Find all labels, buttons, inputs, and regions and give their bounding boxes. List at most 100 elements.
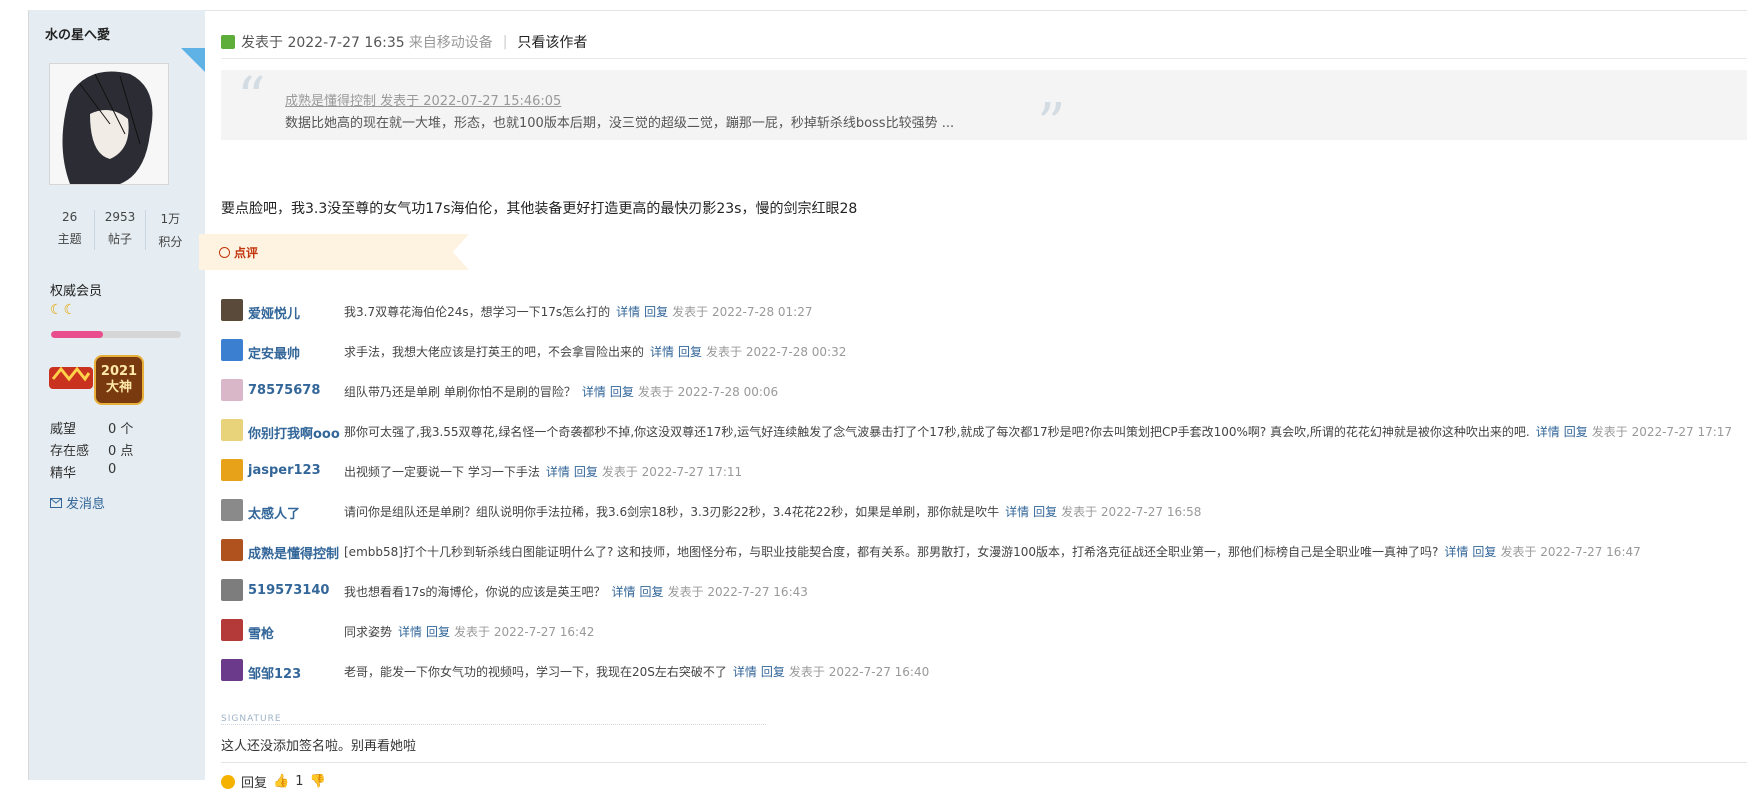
stat-threads[interactable]: 26 主题	[45, 210, 96, 250]
comment-text: 我也想看看17s的海博伦，你说的应该是英王吧？	[344, 585, 606, 599]
comment-detail-link[interactable]: 详情	[1005, 505, 1029, 519]
medal-icon[interactable]	[49, 363, 93, 393]
comment-list: 爱娅悦儿 我3.7双尊花海伯伦24s，想学习一下17s怎么打的 详情 回复 发表于 20…	[221, 299, 1747, 699]
comment-content: 我3.7双尊花海伯伦24s，想学习一下17s怎么打的 详情 回复 发表于 2022-7…	[344, 303, 813, 320]
commenter-name[interactable]: 太感人了	[248, 503, 300, 522]
comment-row: 邹邹123 老哥，能发一下你女气功的视频吗，学习一下，我现在20S左右突破不了 详情…	[221, 659, 1747, 699]
attribute-row: 存在感 0 点	[50, 440, 133, 462]
comment-row: 你别打我啊ooo 那你可太强了,我3.55双尊花,绿名怪一个奇袭都秒不掉,你这没双…	[221, 419, 1747, 459]
comment-detail-link[interactable]: 详情	[582, 385, 606, 399]
review-label: 点评	[234, 246, 259, 260]
comment-detail-link[interactable]: 详情	[1536, 425, 1560, 439]
comment-text: 老哥，能发一下你女气功的视频吗，学习一下，我现在20S左右突破不了	[344, 665, 727, 679]
stat-points[interactable]: 1万积分	[146, 210, 195, 250]
comment-reply-link[interactable]: 回复	[426, 625, 450, 639]
comment-timestamp: 发表于 2022-7-27 16:43	[667, 585, 808, 599]
commenter-avatar[interactable]	[221, 459, 243, 481]
divider	[221, 58, 1747, 59]
stat-value: 1万	[160, 212, 181, 226]
commenter-name[interactable]: 你别打我啊ooo	[248, 423, 340, 442]
quote-header-link[interactable]: 成熟是懂得控制 发表于 2022-07-27 15:46:05	[285, 90, 561, 109]
level-progress-fill	[51, 331, 103, 338]
divider	[221, 762, 1747, 763]
comment-detail-link[interactable]: 详情	[650, 345, 674, 359]
comment-detail-link[interactable]: 详情	[546, 465, 570, 479]
mobile-device-note[interactable]: 来自移动设备	[409, 32, 493, 52]
comment-reply-link[interactable]: 回复	[1472, 545, 1496, 559]
commenter-avatar[interactable]	[221, 419, 243, 441]
comment-detail-link[interactable]: 详情	[733, 665, 757, 679]
commenter-name[interactable]: 爱娅悦儿	[248, 303, 300, 322]
commenter-avatar[interactable]	[221, 339, 243, 361]
commenter-name[interactable]: 519573140	[248, 583, 329, 598]
reply-button[interactable]: 回复	[241, 772, 267, 791]
comment-text: 求手法，我想大佬应该是打英王的吧，不会拿冒险出来的	[344, 345, 645, 359]
stat-value: 2953	[104, 210, 136, 224]
send-message-link[interactable]: 发消息	[50, 493, 105, 512]
stat-label: 帖子	[107, 232, 132, 246]
thumbs-down-icon[interactable]: 👎	[309, 774, 325, 789]
commenter-avatar[interactable]	[221, 539, 243, 561]
commenter-avatar[interactable]	[221, 379, 243, 401]
comment-reply-link[interactable]: 回复	[574, 465, 598, 479]
comment-detail-link[interactable]: 详情	[1444, 545, 1468, 559]
stat-label: 主题	[57, 232, 82, 246]
reply-icon[interactable]	[221, 774, 235, 789]
commenter-name[interactable]: jasper123	[248, 463, 321, 478]
avatar[interactable]	[49, 63, 169, 185]
stat-label: 积分	[158, 235, 183, 249]
commenter-avatar[interactable]	[221, 619, 243, 641]
comment-timestamp: 发表于 2022-7-28 00:32	[706, 345, 847, 359]
comment-reply-link[interactable]: 回复	[761, 665, 785, 679]
comment-row: 爱娅悦儿 我3.7双尊花海伯伦24s，想学习一下17s怎么打的 详情 回复 发表于 20…	[221, 299, 1747, 339]
comment-reply-link[interactable]: 回复	[640, 585, 664, 599]
moon-level-icon: ☾☾	[50, 302, 78, 318]
comment-reply-link[interactable]: 回复	[644, 305, 668, 319]
only-author-link[interactable]: 只看该作者	[517, 32, 587, 52]
commenter-avatar[interactable]	[221, 299, 243, 321]
commenter-avatar[interactable]	[221, 579, 243, 601]
quote-block: “ 成熟是懂得控制 发表于 2022-07-27 15:46:05 数据比她高的…	[221, 66, 1747, 157]
commenter-avatar[interactable]	[221, 499, 243, 521]
open-quote-icon: “	[237, 66, 266, 131]
author-name[interactable]: 水の星へ愛	[45, 24, 110, 43]
user-rank[interactable]: 权威会员	[50, 280, 102, 299]
commenter-name[interactable]: 78575678	[248, 383, 320, 398]
comment-content: 组队带乃还是单刷 单刷你怕不是刷的冒险？ 详情 回复 发表于 2022-7-28 00…	[344, 383, 778, 400]
medal-2021-icon[interactable]: 2021 大神	[94, 355, 144, 405]
comment-detail-link[interactable]: 详情	[398, 625, 422, 639]
post-actions: 回复 👍 1 👎	[221, 772, 326, 791]
attribute-value: 0 点	[108, 444, 134, 459]
comment-detail-link[interactable]: 详情	[612, 585, 636, 599]
commenter-name[interactable]: 定安最帅	[248, 343, 300, 362]
commenter-name[interactable]: 雪枪	[248, 623, 274, 642]
comment-detail-link[interactable]: 详情	[616, 305, 640, 319]
comment-reply-link[interactable]: 回复	[610, 385, 634, 399]
attribute-row: 精华 0	[50, 462, 133, 484]
review-header: 点评	[199, 234, 469, 270]
stat-posts[interactable]: 2953 帖子	[95, 210, 146, 250]
review-label-wrap: 点评	[219, 244, 258, 261]
comment-text: [embb58]打个十几秒到斩杀线白图能证明什么了? 这和技师，地图怪分布，与职…	[344, 545, 1439, 559]
attribute-key: 精华	[50, 466, 77, 481]
comment-timestamp: 发表于 2022-7-27 17:11	[601, 465, 743, 479]
comment-text: 出视频了一定要说一下 学习一下手法	[344, 465, 540, 479]
comment-timestamp: 发表于 2022-7-27 16:40	[788, 665, 930, 679]
commenter-avatar[interactable]	[221, 659, 243, 681]
comment-reply-link[interactable]: 回复	[1564, 425, 1588, 439]
comment-reply-link[interactable]: 回复	[678, 345, 702, 359]
stat-value: 26	[62, 210, 78, 224]
envelope-icon	[50, 497, 62, 508]
commenter-name[interactable]: 邹邹123	[248, 663, 301, 682]
comment-content: [embb58]打个十几秒到斩杀线白图能证明什么了? 这和技师，地图怪分布，与职…	[344, 543, 1641, 560]
divider: |	[502, 34, 508, 50]
thumbs-up-icon[interactable]: 👍	[273, 774, 289, 789]
send-message-label: 发消息	[66, 497, 106, 512]
comment-reply-link[interactable]: 回复	[1033, 505, 1057, 519]
comment-content: 请问你是组队还是单刷？组队说明你手法拉稀，我3.6剑宗18秒，3.3刃影22秒，…	[344, 503, 1201, 520]
comment-content: 出视频了一定要说一下 学习一下手法 详情 回复 发表于 2022-7-27 17:11	[344, 463, 742, 480]
comment-timestamp: 发表于 2022-7-27 16:42	[454, 625, 595, 639]
comment-content: 我也想看看17s的海博伦，你说的应该是英王吧？ 详情 回复 发表于 2022-7-27…	[344, 583, 808, 600]
post-main: 发表于 2022-7-27 16:35 来自移动设备 | 只看该作者 “ 成熟是…	[199, 10, 1747, 791]
commenter-name[interactable]: 成熟是懂得控制	[248, 543, 339, 562]
